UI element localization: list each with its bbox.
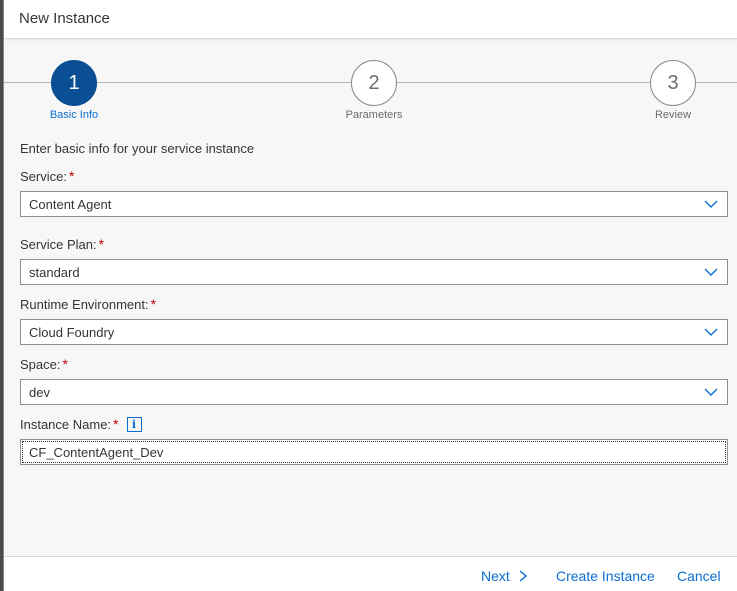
create-instance-button[interactable]: Create Instance [556, 568, 655, 584]
chevron-down-icon[interactable] [703, 384, 719, 400]
next-button[interactable]: Next [481, 568, 528, 584]
cancel-button[interactable]: Cancel [677, 568, 721, 584]
service-label: Service: * [20, 168, 75, 184]
runtime-environment-select[interactable]: Cloud Foundry [20, 319, 728, 345]
form-intro: Enter basic info for your service instan… [20, 141, 255, 156]
service-plan-value: standard [29, 264, 80, 280]
service-plan-label: Service Plan: * [20, 236, 105, 252]
chevron-right-icon [519, 570, 527, 582]
required-marker: * [98, 236, 105, 252]
runtime-environment-value: Cloud Foundry [29, 324, 115, 340]
step-2-circle[interactable]: 2 [351, 60, 397, 106]
chevron-down-icon[interactable] [703, 264, 719, 280]
service-value: Content Agent [29, 196, 112, 212]
instance-name-label: Instance Name: * i [20, 416, 142, 432]
required-marker: * [62, 356, 68, 372]
dialog-title: New Instance [19, 10, 110, 27]
info-icon[interactable]: i [126, 416, 142, 432]
step-1-label: Basic Info [49, 109, 99, 121]
step-3-label: Review [654, 109, 692, 121]
instance-name-input[interactable] [20, 439, 728, 465]
required-marker: * [113, 416, 119, 432]
dialog-footer: Next Create Instance Cancel [4, 556, 737, 591]
space-value: dev [29, 384, 50, 400]
runtime-environment-label: Runtime Environment: * [20, 296, 157, 312]
required-marker: * [150, 296, 157, 312]
service-select[interactable]: Content Agent [20, 191, 728, 217]
space-select[interactable]: dev [20, 379, 728, 405]
step-3-circle[interactable]: 3 [650, 60, 696, 106]
service-plan-select[interactable]: standard [20, 259, 728, 285]
dialog-header: New Instance [4, 0, 737, 39]
wizard-progress: 1 Basic Info 2 Parameters 3 Review [4, 40, 737, 130]
chevron-down-icon[interactable] [703, 324, 719, 340]
new-instance-dialog: New Instance 1 Basic Info 2 Parameters 3… [3, 0, 737, 591]
space-label: Space: * [20, 356, 68, 372]
required-marker: * [68, 168, 75, 184]
step-1-circle[interactable]: 1 [51, 60, 97, 106]
step-2-label: Parameters [345, 109, 403, 121]
chevron-down-icon[interactable] [703, 196, 719, 212]
